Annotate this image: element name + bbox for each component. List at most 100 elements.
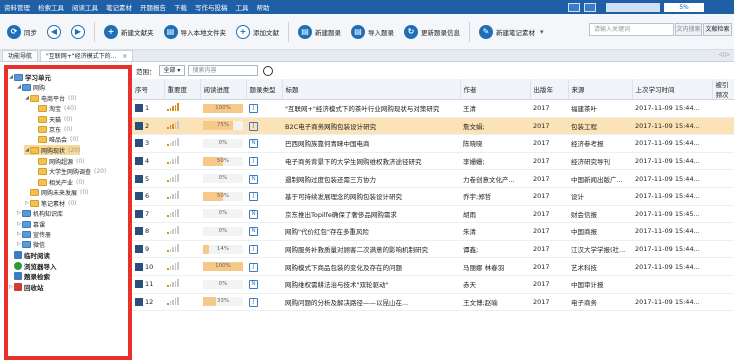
table-row[interactable]: 12 33% J 网购问题的分析及解决路径——以昆山在... 王文博;赵喻 2017 电子商…: [132, 293, 734, 312]
title-cell[interactable]: 网购问题的分析及解决路径——以昆山在...: [282, 293, 460, 312]
literature-search-button[interactable]: 文献检索: [703, 23, 732, 36]
chevron-down-icon[interactable]: ▾: [540, 28, 544, 36]
column-header[interactable]: 序号: [132, 79, 165, 100]
table-row[interactable]: 11 0% N 网购维权需耕法治与技术"双轮驱动" 赤天 2017 中国审计报: [132, 275, 734, 294]
tree-item[interactable]: 相关产业 (0): [32, 177, 85, 187]
table-row[interactable]: 6 50% J 基于可持续发展理念的网购包装设计研究 乔宇;郑哲 2017 设计 2017-1…: [132, 187, 734, 206]
column-header[interactable]: 重要度: [164, 79, 201, 100]
table-row[interactable]: 1 100% J "互联网+"经济模式下的茶叶行业网购现状与对策研究 王清 2017 福建茶…: [132, 99, 734, 118]
menu-item[interactable]: 帮助: [257, 2, 270, 12]
title-cell[interactable]: 网购"代价红包"存在多重风险: [282, 222, 460, 241]
column-header[interactable]: 被引频次: [712, 79, 734, 100]
in-text-search-button[interactable]: 文内搜索: [675, 23, 702, 36]
tree-item[interactable]: 唯品会 (0): [32, 134, 79, 144]
menu-item[interactable]: 写作与投稿: [195, 2, 228, 12]
menu-item[interactable]: 资料管理: [4, 2, 30, 12]
table-row[interactable]: 8 0% N 网购"代价红包"存在多重风险 朱清 2017 中国商报 2017-11-09 1…: [132, 222, 734, 241]
tree-item[interactable]: 大学生网购调查 (20): [32, 166, 106, 176]
importance-cell[interactable]: [164, 293, 200, 312]
tree-item[interactable]: 浏览器导入: [8, 261, 60, 271]
importance-cell[interactable]: [164, 152, 200, 171]
importance-cell[interactable]: [164, 134, 200, 153]
column-header[interactable]: 题录类型: [246, 79, 283, 100]
title-cell[interactable]: 巴西网购族靠何青睐中国电商: [282, 134, 460, 153]
tree-item[interactable]: ▷ 微信: [16, 239, 48, 249]
tree-item[interactable]: 网购超源 (0): [32, 156, 85, 166]
tree-item[interactable]: ◢ 网购: [16, 82, 48, 92]
layout-split-icon[interactable]: [584, 2, 596, 12]
table-row[interactable]: 9 14% J 网购服务补救质量对顾客二次满意的影响机制研究 谭鑫; 2017 江汉大学学报…: [132, 240, 734, 259]
table-row[interactable]: 2 75% J B2C电子商务网购包装设计研究 詹文娟; 2017 包装工程 2017-11-…: [132, 117, 734, 136]
tree-item[interactable]: ◢ 网购现状 (20): [24, 145, 81, 155]
forward-button[interactable]: ▶: [68, 21, 88, 43]
new-record-button[interactable]: ▤ 新建题录: [295, 21, 344, 43]
title-cell[interactable]: 网购维权需耕法治与技术"双轮驱动": [282, 275, 460, 294]
importance-cell[interactable]: [164, 205, 200, 224]
tab-scroll-arrows[interactable]: ◁ ▷: [719, 51, 730, 58]
column-header[interactable]: 来源: [568, 79, 633, 100]
title-cell[interactable]: 电子商务背景下的大学生网购维权救济途径研究: [282, 152, 460, 171]
title-cell[interactable]: "互联网+"经济模式下的茶叶行业网购现状与对策研究: [282, 99, 460, 118]
tree-item[interactable]: ◢ 电商平台 (0): [24, 93, 77, 103]
importance-cell[interactable]: [164, 99, 200, 118]
scope-select[interactable]: 全部 ▾: [158, 65, 186, 76]
title-cell[interactable]: 基于可持续发展理念的网购包装设计研究: [282, 187, 460, 206]
importance-cell[interactable]: [164, 222, 200, 241]
back-button[interactable]: ◀: [44, 21, 64, 43]
menu-item[interactable]: 检索工具: [38, 2, 64, 12]
title-cell[interactable]: 网购模式下商品包装的变化及存在的问题: [282, 257, 460, 276]
menu-item[interactable]: 下载: [174, 2, 187, 12]
importance-cell[interactable]: [164, 240, 200, 259]
column-header[interactable]: 阅读进度: [200, 79, 247, 100]
menu-item[interactable]: 阅读工具: [72, 2, 98, 12]
menu-item[interactable]: 开题报告: [140, 2, 166, 12]
layout-icon[interactable]: [568, 2, 580, 12]
sync-button[interactable]: ⟳ 同步: [4, 21, 40, 43]
tree-item[interactable]: 淘宝 (40): [32, 103, 76, 113]
tree-item[interactable]: 题录检索: [8, 271, 53, 281]
tree-item[interactable]: 京东 (0): [32, 124, 73, 134]
column-header[interactable]: 标题: [282, 79, 461, 100]
column-header[interactable]: 出版年: [530, 79, 569, 100]
table-row[interactable]: 3 0% N 巴西网购族靠何青睐中国电商 陈晓晓 2017 经济参考报 2017-11-09 …: [132, 134, 734, 153]
tab-navigation[interactable]: 功能导航: [2, 50, 39, 61]
tree-item[interactable]: 天猫 (0): [32, 114, 73, 124]
add-button[interactable]: + 添加文献: [233, 21, 282, 43]
importance-cell[interactable]: [164, 275, 200, 294]
search-icon[interactable]: [263, 65, 274, 76]
importance-cell[interactable]: [164, 187, 200, 206]
tab-article[interactable]: "互联网+"经济模式下的... ×: [40, 50, 134, 61]
column-header[interactable]: 作者: [460, 79, 531, 100]
zoom-slider[interactable]: [600, 2, 660, 12]
column-header[interactable]: 上次学习时间: [632, 79, 713, 100]
table-row[interactable]: 7 0% N 京东推出Topilfe确保了奢侈品网购需求 胡雨 2017 财会信报 2017-…: [132, 205, 734, 224]
importance-cell[interactable]: [164, 257, 200, 276]
tree-item[interactable]: ▷ 慕课: [16, 219, 48, 229]
table-row[interactable]: 5 0% N 遏制网购过度包装还需三方协力 力卷创意文化产... 2017 中国新闻出版广.…: [132, 169, 734, 188]
import-record-button[interactable]: ▤ 导入题录: [348, 21, 397, 43]
title-cell[interactable]: 遏制网购过度包装还需三方协力: [282, 169, 460, 188]
tree-item[interactable]: ▷ 宣传册: [16, 229, 54, 239]
tree-item[interactable]: ▷ 机构知识库: [16, 208, 66, 218]
title-cell[interactable]: B2C电子商务网购包装设计研究: [282, 117, 460, 136]
tree-item[interactable]: ▷ 回收站: [8, 282, 47, 292]
table-row[interactable]: 4 50% J 电子商务背景下的大学生网购维权救济途径研究 李姗姗; 2017 经济研究导刊…: [132, 152, 734, 171]
tree-item[interactable]: 网购未来发展 (0): [24, 187, 89, 197]
close-icon[interactable]: ×: [122, 53, 127, 60]
table-row[interactable]: 10 100% J 网购模式下商品包装的变化及存在的问题 马丽娜 林春羽 2017 艺术科技…: [132, 257, 734, 276]
title-cell[interactable]: 京东推出Topilfe确保了奢侈品网购需求: [282, 205, 460, 224]
importance-cell[interactable]: [164, 117, 200, 136]
importance-cell[interactable]: [164, 169, 200, 188]
new-note-button[interactable]: ✎ 新建笔记素材 ▾: [476, 21, 547, 43]
import-folder-button[interactable]: ▤ 导入本地文件夹: [161, 21, 230, 43]
title-cell[interactable]: 网购服务补救质量对顾客二次满意的影响机制研究: [282, 240, 460, 259]
update-button[interactable]: ↻ 更新题录信息: [401, 21, 463, 43]
filter-input[interactable]: 搜索内容: [188, 65, 259, 76]
tree-item[interactable]: ▷ 笔记素材 (0): [24, 198, 77, 208]
tree-item[interactable]: 临时阅读: [8, 250, 53, 260]
menu-item[interactable]: 工具: [236, 2, 249, 12]
tree-item[interactable]: ◢ 学习单元: [8, 72, 54, 82]
search-input[interactable]: 请输入关键词: [589, 23, 674, 36]
new-folder-button[interactable]: + 新建文献夹: [101, 21, 157, 43]
menu-item[interactable]: 笔记素材: [106, 2, 132, 12]
